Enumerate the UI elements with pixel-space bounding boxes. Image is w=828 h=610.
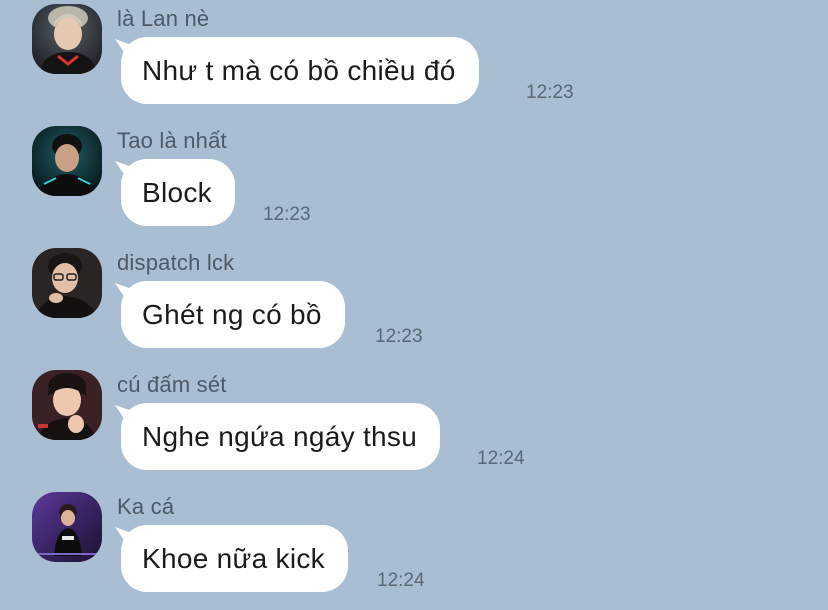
avatar[interactable]: [32, 4, 102, 74]
avatar-image: [32, 126, 102, 196]
avatar[interactable]: [32, 370, 102, 440]
message-time: 12:24: [377, 570, 425, 591]
message-text: Block: [142, 176, 212, 208]
message-bubble[interactable]: Khoe nữa kick: [121, 525, 348, 592]
chat-message: cú đấm sét Nghe ngứa ngáy thsu 12:24: [0, 366, 828, 488]
avatar[interactable]: [32, 492, 102, 562]
message-bubble[interactable]: Nghe ngứa ngáy thsu: [121, 403, 441, 470]
avatar[interactable]: [32, 126, 102, 196]
sender-name: là Lan nè: [117, 6, 210, 31]
message-time: 12:23: [526, 82, 574, 103]
message-time: 12:24: [477, 448, 525, 469]
chat-message: dispatch lck Ghét ng có bồ 12:23: [0, 244, 828, 366]
message-text: Ghét ng có bồ: [142, 298, 322, 330]
message-text: Nghe ngứa ngáy thsu: [142, 420, 418, 452]
chat-message: Ka cá Khoe nữa kick 12:24: [0, 488, 828, 610]
chat-message-list[interactable]: là Lan nè Như t mà có bồ chiều đó 12:23: [0, 0, 828, 602]
message-time: 12:23: [375, 326, 423, 347]
message-time: 12:23: [263, 204, 311, 225]
sender-name: dispatch lck: [117, 250, 235, 275]
sender-name: Tao là nhất: [117, 128, 227, 153]
avatar[interactable]: [32, 248, 102, 318]
avatar-image: [32, 248, 102, 318]
avatar-image: [32, 370, 102, 440]
avatar-image: [32, 492, 102, 562]
sender-name: cú đấm sét: [117, 372, 227, 397]
chat-message: Tao là nhất Block 12:23: [0, 122, 828, 244]
message-bubble[interactable]: Ghét ng có bồ: [121, 281, 345, 348]
message-text: Khoe nữa kick: [142, 542, 325, 574]
message-text: Như t mà có bồ chiều đó: [142, 54, 456, 86]
avatar-image: [32, 4, 102, 74]
message-bubble[interactable]: Như t mà có bồ chiều đó: [121, 37, 479, 104]
sender-name: Ka cá: [117, 494, 175, 519]
chat-message: là Lan nè Như t mà có bồ chiều đó 12:23: [0, 0, 828, 122]
message-bubble[interactable]: Block: [121, 159, 235, 226]
